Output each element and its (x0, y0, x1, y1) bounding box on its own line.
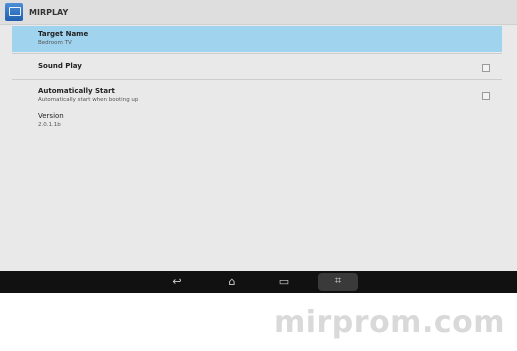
app-title: MIRPLAY (29, 7, 69, 17)
setting-target-name[interactable]: Target Name Bedroom TV (12, 26, 502, 52)
back-icon[interactable]: ↩ (163, 274, 191, 290)
setting-title: Version (38, 112, 64, 120)
sound-play-checkbox[interactable] (482, 64, 490, 72)
navigation-bar: ↩ ⌂ ▭ ⌗ (0, 271, 517, 293)
setting-summary: Bedroom TV (38, 40, 72, 46)
setting-title: Sound Play (38, 62, 82, 70)
setting-summary: 2.0.1.1b (38, 122, 61, 128)
setting-title: Automatically Start (38, 87, 115, 95)
setting-version: Version 2.0.1.1b (12, 110, 502, 134)
watermark: mirprom.com (273, 305, 505, 340)
cast-screen-icon (5, 3, 23, 21)
setting-title: Target Name (38, 30, 89, 38)
setting-automatically-start[interactable]: Automatically Start Automatically start … (12, 80, 502, 110)
settings-list: Target Name Bedroom TV Sound Play Automa… (12, 26, 502, 134)
android-screen: MIRPLAY Target Name Bedroom TV Sound Pla… (0, 0, 517, 293)
screenshot-icon[interactable]: ⌗ (318, 273, 358, 291)
setting-summary: Automatically start when booting up (38, 97, 139, 103)
automatically-start-checkbox[interactable] (482, 92, 490, 100)
home-icon[interactable]: ⌂ (218, 274, 246, 290)
setting-sound-play[interactable]: Sound Play (12, 54, 502, 79)
action-bar: MIRPLAY (0, 0, 517, 25)
recent-apps-icon[interactable]: ▭ (270, 274, 298, 290)
